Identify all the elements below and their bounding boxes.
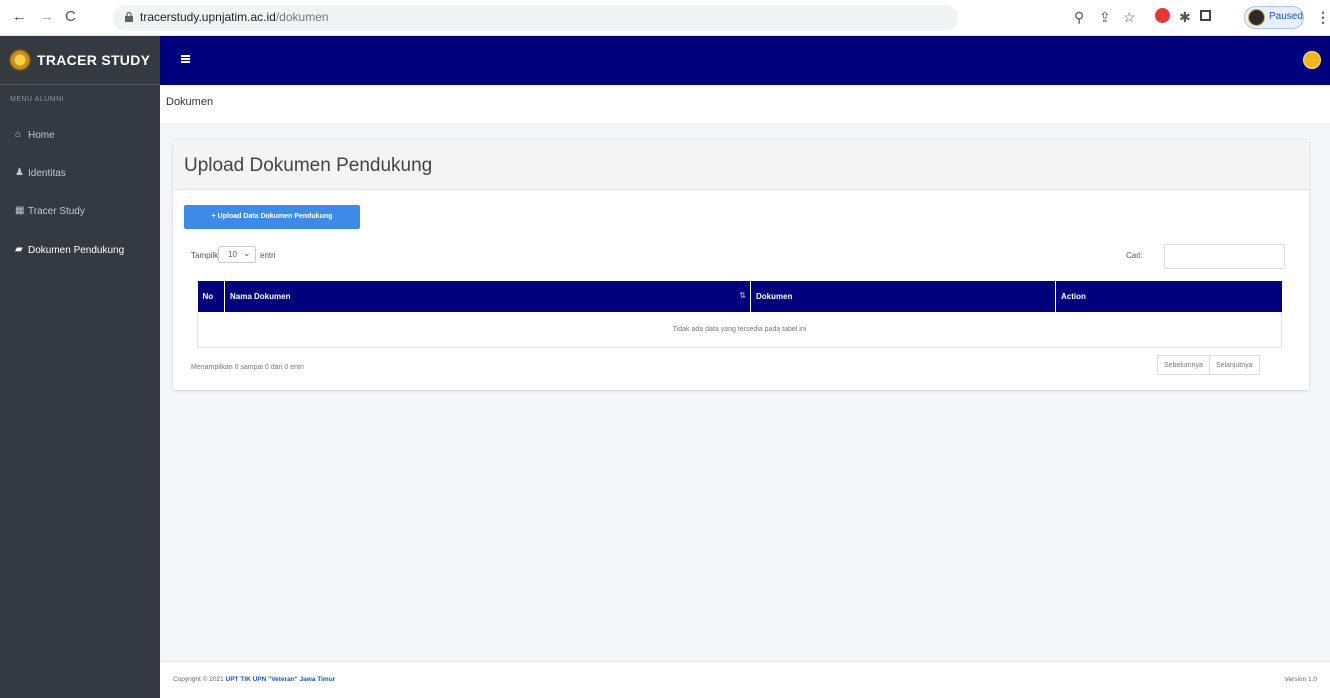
column-header-nama-dokumen[interactable]: Nama Dokumen ⇅ (224, 281, 751, 312)
sidebar: TRACER STUDY MENU ALUMNI ⌂ Home ♟ Identi… (0, 36, 160, 698)
share-icon[interactable]: ⇪ (1099, 9, 1111, 25)
home-icon: ⌂ (15, 129, 22, 140)
sidebar-item-label: Dokumen Pendukung (28, 245, 125, 256)
reload-icon[interactable]: C (65, 8, 76, 26)
table-header-row: No Nama Dokumen ⇅ Dokumen Action (197, 281, 1282, 312)
user-icon: ♟ (15, 167, 24, 178)
forward-icon[interactable]: → (39, 8, 54, 26)
footer-version: Version 1.0 (1284, 676, 1317, 683)
search-label: Cari: (1126, 251, 1143, 260)
page-title: Upload Dokumen Pendukung (184, 155, 433, 176)
empty-table-message: Tidak ada data yang tersedia pada tabel … (197, 312, 1282, 348)
search-input[interactable] (1164, 244, 1285, 269)
url-text: tracerstudy.upnjatim.ac.id/dokumen (140, 10, 329, 24)
back-icon[interactable]: ← (12, 8, 27, 26)
sidebar-item-label: Home (28, 130, 55, 141)
column-label: Nama Dokumen (230, 292, 291, 301)
book-icon: ▰ (15, 244, 23, 255)
column-label: No (202, 292, 214, 301)
pagination: Sebelumnya Selanjutnya (1157, 355, 1260, 375)
upload-document-button[interactable]: + Upload Data Dokumen Pendukung (184, 205, 360, 229)
breadcrumb: Dokumen (166, 96, 214, 108)
browser-toolbar: ← → C tracerstudy.upnjatim.ac.id/dokumen… (0, 0, 1330, 36)
menu-header: MENU ALUMNI (10, 96, 65, 103)
documents-card: Upload Dokumen Pendukung + Upload Data Do… (173, 140, 1309, 390)
top-navbar (160, 36, 1330, 85)
table-icon: ▦ (15, 205, 25, 216)
column-label: Action (1061, 292, 1086, 301)
length-value: 10 (228, 250, 237, 259)
hamburger-menu-icon[interactable] (181, 55, 190, 63)
copyright-prefix: Copyright © 2021 (173, 676, 224, 683)
upload-button-label: Upload Data Dokumen Pendukung (217, 213, 333, 220)
length-suffix: entri (260, 251, 276, 260)
table-row: Tidak ada data yang tersedia pada tabel … (197, 312, 1282, 348)
address-bar[interactable]: tracerstudy.upnjatim.ac.id/dokumen (113, 5, 958, 31)
card-header: Upload Dokumen Pendukung (173, 140, 1309, 190)
column-header-action[interactable]: Action (1055, 281, 1282, 312)
footer-copyright: Copyright © 2021 UPT TIK UPN "Veteran" J… (173, 676, 335, 683)
brand-text: TRACER STUDY (37, 52, 151, 68)
column-label: Dokumen (756, 292, 793, 301)
user-avatar-icon[interactable] (1303, 51, 1321, 69)
profile-avatar (1248, 9, 1265, 26)
sidebar-item-tracer-study[interactable]: ▦ Tracer Study (0, 197, 160, 229)
content-header: Dokumen (160, 85, 1330, 123)
profile-label: Paused (1269, 11, 1303, 22)
bookmark-star-icon[interactable]: ☆ (1123, 9, 1136, 25)
sidebar-item-home[interactable]: ⌂ Home (0, 121, 160, 153)
table-info: Menampilkan 0 sampai 0 dari 0 entri (191, 364, 304, 371)
profile-button[interactable]: Paused (1244, 6, 1304, 29)
copyright-link[interactable]: UPT TIK UPN "Veteran" Jawa Timur (226, 676, 336, 683)
sort-icon: ⇅ (739, 291, 746, 300)
chevron-down-icon: ⌄ (243, 248, 251, 258)
column-header-no[interactable]: No (197, 281, 225, 312)
previous-page-button[interactable]: Sebelumnya (1157, 355, 1210, 375)
zoom-icon[interactable]: ⚲ (1074, 9, 1084, 25)
entries-per-page-select[interactable]: 10 ⌄ (218, 246, 256, 263)
extensions-puzzle-icon[interactable]: ✱ (1179, 9, 1191, 25)
lock-icon (125, 12, 133, 22)
sidebar-item-identitas[interactable]: ♟ Identitas (0, 159, 160, 191)
url-path: /dokumen (275, 10, 329, 24)
window-icon[interactable] (1200, 10, 1211, 21)
sidebar-item-label: Identitas (28, 168, 66, 179)
column-header-dokumen[interactable]: Dokumen (750, 281, 1056, 312)
documents-table: No Nama Dokumen ⇅ Dokumen Action Tidak ad… (197, 281, 1282, 348)
sidebar-item-dokumen-pendukung[interactable]: ▰ Dokumen Pendukung (0, 236, 160, 268)
university-logo (9, 49, 31, 71)
more-menu-icon[interactable]: ⋮ (1316, 9, 1330, 25)
url-host: tracerstudy.upnjatim.ac.id (140, 10, 276, 24)
next-page-button[interactable]: Selanjutnya (1209, 355, 1260, 375)
plus-icon: + (211, 213, 216, 220)
brand-link[interactable]: TRACER STUDY (0, 36, 160, 85)
extension-icon[interactable] (1155, 8, 1170, 23)
sidebar-item-label: Tracer Study (28, 206, 85, 217)
footer: Copyright © 2021 UPT TIK UPN "Veteran" J… (160, 661, 1330, 698)
